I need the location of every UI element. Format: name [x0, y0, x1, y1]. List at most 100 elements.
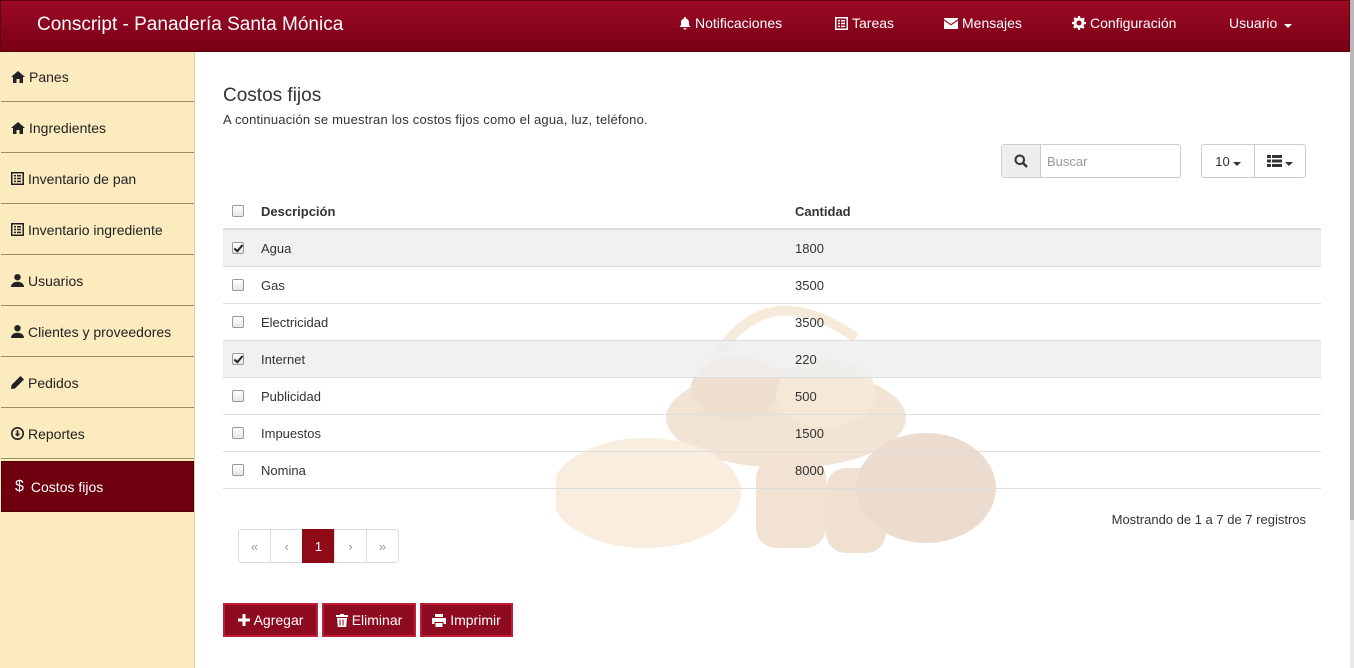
cell-cantidad: 3500 — [795, 278, 824, 293]
caret-down-icon — [1232, 162, 1241, 166]
sidebar-item-label: Inventario ingrediente — [28, 221, 163, 238]
sidebar: Panes Ingredientes Inventario de pan Inv… — [0, 52, 195, 668]
row-checkbox[interactable] — [232, 316, 244, 328]
cell-descripcion: Impuestos — [261, 426, 321, 441]
cell-cantidad: 3500 — [795, 315, 824, 330]
cell-descripcion: Electricidad — [261, 315, 329, 330]
brand-title[interactable]: Conscript - Panadería Santa Mónica — [37, 14, 343, 36]
nav-usuario-dropdown[interactable]: Usuario — [1229, 15, 1293, 31]
nav-notificaciones[interactable]: Notificaciones — [679, 15, 782, 31]
cell-cantidad: 220 — [795, 352, 817, 367]
list-alt-icon — [11, 172, 24, 185]
action-buttons: Agregar Eliminar Imprimir — [223, 603, 513, 637]
sidebar-item-label: Pedidos — [28, 374, 79, 391]
sidebar-item-reportes[interactable]: Reportes — [1, 409, 194, 459]
envelope-icon — [944, 17, 958, 29]
table-row[interactable]: Agua 1800 — [223, 230, 1321, 267]
nav-configuracion[interactable]: Configuración — [1072, 15, 1176, 31]
table-row[interactable]: Nomina 8000 — [223, 452, 1321, 489]
dollar-icon: $ — [15, 477, 24, 495]
costos-table: Descripción Cantidad Agua 1800 Gas 3500 Elec… — [223, 193, 1321, 489]
main-content: Costos fijos A continuación se muestran … — [196, 52, 1350, 668]
sidebar-item-label: Panes — [29, 68, 69, 85]
table-options-group: 10 — [1201, 144, 1306, 178]
columns-dropdown[interactable] — [1255, 144, 1306, 178]
header-cantidad[interactable]: Cantidad — [795, 204, 851, 219]
sidebar-item-costos-fijos[interactable]: $ Costos fijos — [1, 461, 194, 512]
row-checkbox[interactable] — [232, 279, 244, 291]
search-addon — [1002, 145, 1041, 177]
select-all-checkbox[interactable] — [232, 205, 244, 217]
pencil-icon — [11, 376, 24, 389]
cell-descripcion: Agua — [261, 241, 292, 256]
row-checkbox[interactable] — [232, 427, 244, 439]
cell-descripcion: Gas — [261, 278, 285, 293]
nav-mensajes-label: Mensajes — [962, 15, 1022, 31]
search-icon — [1014, 154, 1028, 168]
cell-descripcion: Internet — [261, 352, 306, 367]
nav-mensajes[interactable]: Mensajes — [944, 15, 1022, 31]
cell-cantidad: 500 — [795, 389, 817, 404]
cell-cantidad: 8000 — [795, 463, 824, 478]
row-checkbox[interactable] — [232, 464, 244, 476]
table-row[interactable]: Internet 220 — [223, 341, 1321, 378]
scrollbar-thumb[interactable] — [1350, 0, 1354, 520]
nav-usuario-label: Usuario — [1229, 15, 1278, 31]
table-row[interactable]: Impuestos 1500 — [223, 415, 1321, 452]
search-input[interactable] — [1041, 145, 1179, 177]
list-icon — [835, 16, 848, 30]
print-icon — [432, 613, 447, 627]
row-checkbox[interactable] — [232, 390, 244, 402]
delete-button[interactable]: Eliminar — [322, 603, 416, 637]
print-button-label: Imprimir — [450, 612, 501, 628]
table-body: Agua 1800 Gas 3500 Electricidad 3500 Internet 2… — [223, 230, 1321, 489]
row-checkbox[interactable] — [232, 242, 244, 254]
table-header: Descripción Cantidad — [223, 193, 1321, 230]
sidebar-item-panes[interactable]: Panes — [1, 52, 194, 102]
page-first-button[interactable]: « — [238, 529, 271, 563]
caret-down-icon — [1284, 24, 1293, 28]
page-prev-button[interactable]: ‹ — [270, 529, 303, 563]
table-row[interactable]: Gas 3500 — [223, 267, 1321, 304]
cell-cantidad: 1500 — [795, 426, 824, 441]
home-icon — [11, 70, 25, 83]
add-button[interactable]: Agregar — [223, 603, 318, 637]
search-group — [1001, 144, 1181, 178]
sidebar-item-ingredientes[interactable]: Ingredientes — [1, 103, 194, 153]
page-title: Costos fijos — [223, 85, 322, 106]
page-scrollbar[interactable] — [1350, 0, 1354, 668]
print-button[interactable]: Imprimir — [420, 603, 513, 637]
list-alt-icon — [11, 223, 24, 236]
top-navbar: Conscript - Panadería Santa Mónica Notif… — [0, 0, 1350, 52]
sidebar-item-inventario-pan[interactable]: Inventario de pan — [1, 154, 194, 204]
sidebar-item-label: Inventario de pan — [28, 170, 137, 187]
pagination: « ‹ 1 › » — [238, 529, 399, 563]
sidebar-item-label: Costos fijos — [30, 478, 104, 495]
table-row[interactable]: Publicidad 500 — [223, 378, 1321, 415]
row-checkbox[interactable] — [232, 353, 244, 365]
sidebar-item-label: Ingredientes — [29, 119, 107, 136]
nav-tareas-label: Tareas — [852, 15, 895, 31]
header-descripcion[interactable]: Descripción — [261, 204, 335, 219]
page-last-button[interactable]: » — [366, 529, 399, 563]
page-current-button[interactable]: 1 — [302, 529, 335, 563]
th-list-icon — [1267, 155, 1282, 167]
table-row[interactable]: Electricidad 3500 — [223, 304, 1321, 341]
pagination-info: Mostrando de 1 a 7 de 7 registros — [1111, 512, 1306, 527]
sidebar-item-usuarios[interactable]: Usuarios — [1, 256, 194, 306]
page-size-value: 10 — [1215, 153, 1230, 169]
page-next-button[interactable]: › — [334, 529, 367, 563]
page-size-dropdown[interactable]: 10 — [1201, 144, 1255, 178]
sidebar-item-clientes-proveedores[interactable]: Clientes y proveedores — [1, 307, 194, 357]
add-button-label: Agregar — [253, 612, 304, 628]
cell-descripcion: Publicidad — [261, 389, 321, 404]
plus-icon — [237, 614, 250, 626]
sidebar-item-inventario-ingrediente[interactable]: Inventario ingrediente — [1, 205, 194, 255]
sidebar-item-label: Usuarios — [28, 272, 84, 289]
nav-tareas[interactable]: Tareas — [835, 15, 894, 31]
sidebar-item-pedidos[interactable]: Pedidos — [1, 358, 194, 408]
page-subtitle: A continuación se muestran los costos fi… — [223, 112, 648, 127]
cell-descripcion: Nomina — [261, 463, 306, 478]
caret-down-icon — [1285, 162, 1293, 166]
trash-icon — [335, 613, 348, 627]
